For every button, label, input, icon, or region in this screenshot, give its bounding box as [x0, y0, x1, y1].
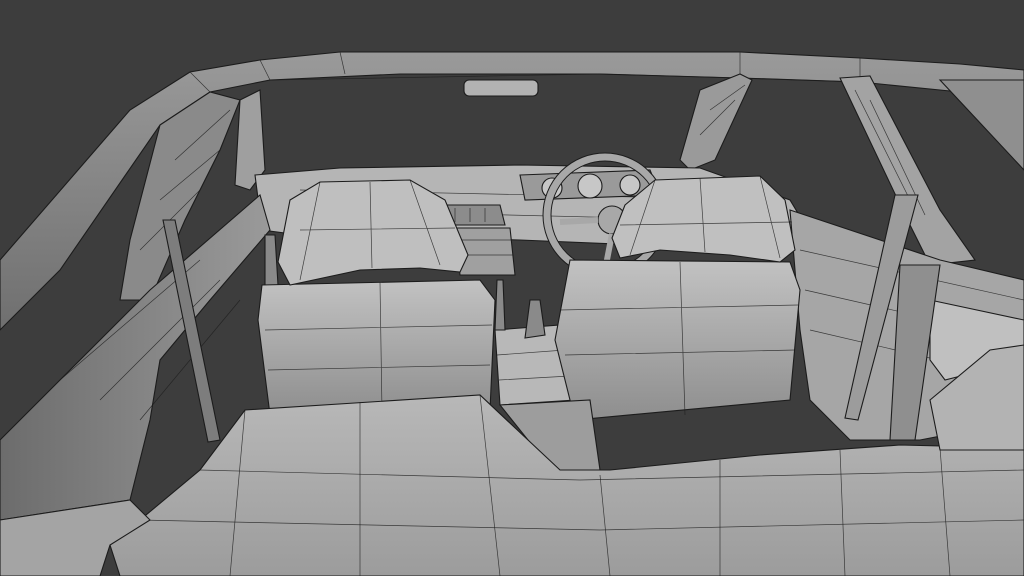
rear-view-mirror [463, 79, 539, 97]
gear-shift [494, 279, 506, 331]
car-interior-render [0, 0, 1024, 576]
3d-viewport[interactable] [0, 0, 1024, 576]
